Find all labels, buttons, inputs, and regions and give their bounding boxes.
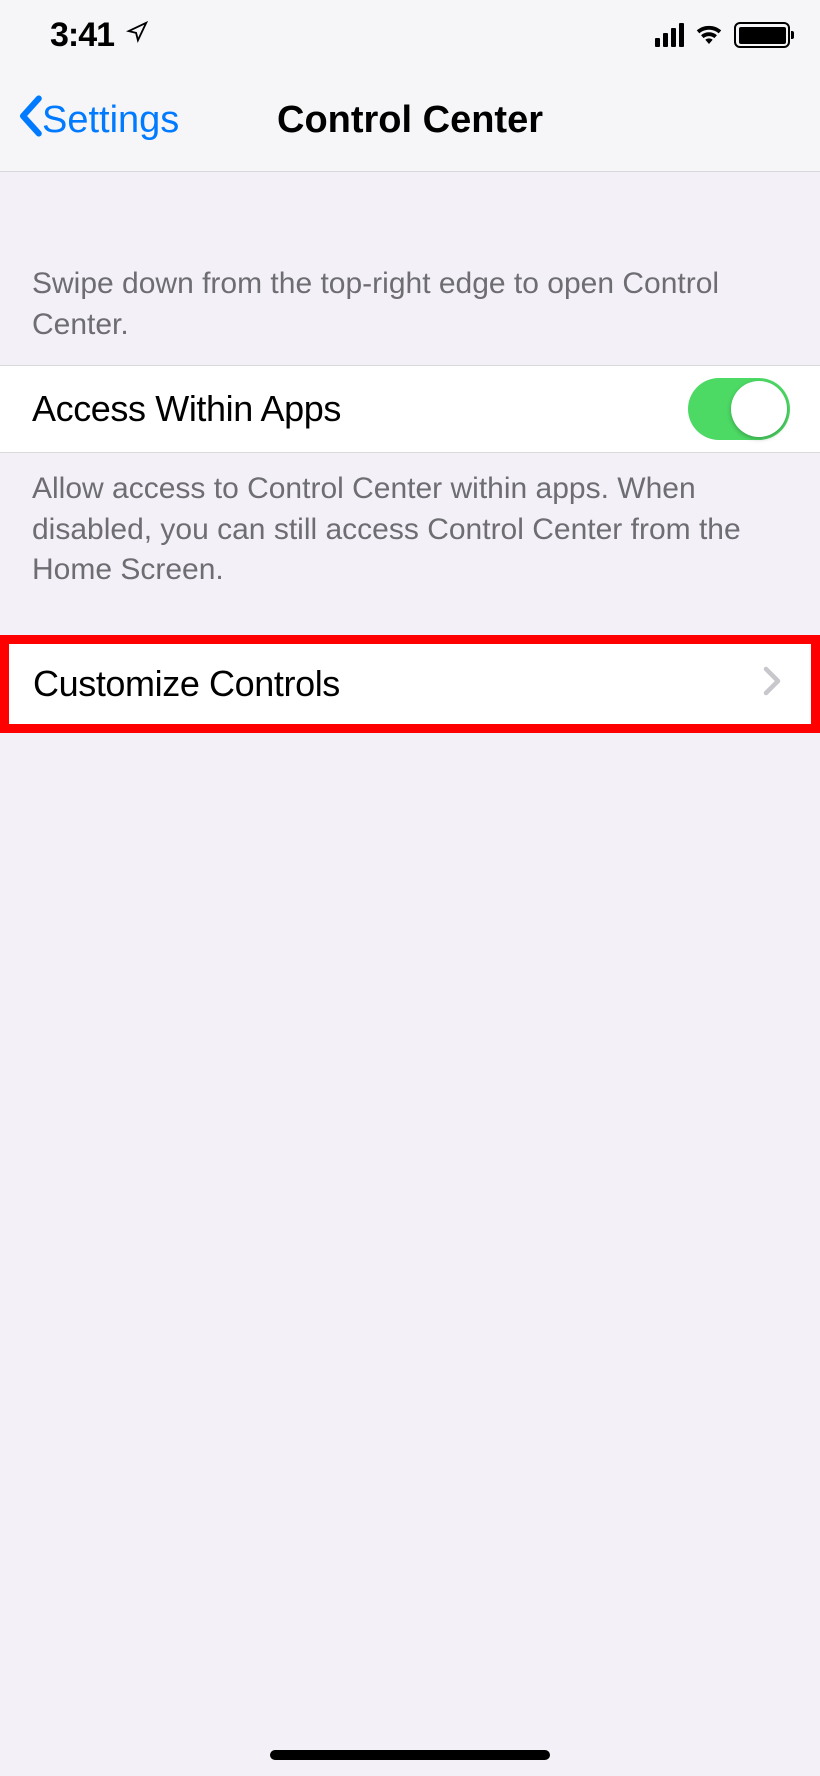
access-within-apps-row[interactable]: Access Within Apps bbox=[0, 365, 820, 453]
battery-icon bbox=[734, 22, 790, 48]
highlight-annotation: Customize Controls bbox=[0, 635, 820, 733]
customize-controls-row[interactable]: Customize Controls bbox=[9, 644, 811, 724]
chevron-right-icon bbox=[763, 666, 781, 701]
back-label: Settings bbox=[42, 99, 179, 142]
home-indicator[interactable] bbox=[270, 1750, 550, 1760]
back-button[interactable]: Settings bbox=[16, 95, 179, 147]
access-within-apps-toggle[interactable] bbox=[688, 378, 790, 440]
status-bar: 3:41 bbox=[0, 0, 820, 70]
status-right bbox=[655, 22, 790, 49]
status-time: 3:41 bbox=[50, 16, 114, 55]
customize-controls-label: Customize Controls bbox=[33, 663, 340, 705]
cellular-signal-icon bbox=[655, 23, 684, 47]
section-header-desc: Swipe down from the top-right edge to op… bbox=[0, 172, 820, 365]
toggle-knob bbox=[731, 381, 787, 437]
access-within-apps-label: Access Within Apps bbox=[32, 388, 341, 430]
nav-bar: Settings Control Center bbox=[0, 70, 820, 172]
section-footer-desc: Allow access to Control Center within ap… bbox=[0, 453, 820, 617]
location-icon bbox=[126, 21, 148, 50]
status-left: 3:41 bbox=[50, 16, 148, 55]
wifi-icon bbox=[694, 22, 724, 49]
chevron-left-icon bbox=[16, 95, 44, 147]
